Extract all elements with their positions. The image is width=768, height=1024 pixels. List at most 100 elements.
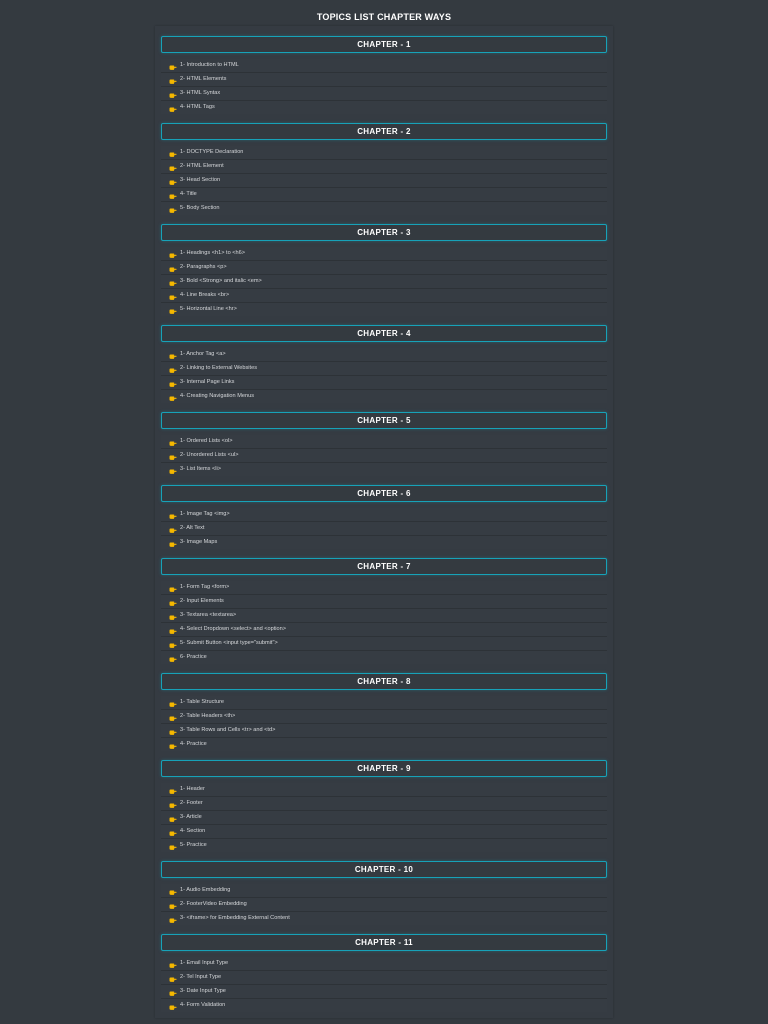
topic-item[interactable]: 3- Head Section <box>161 174 607 188</box>
pointing-hand-icon <box>169 829 177 836</box>
topic-item[interactable]: 5- Horizontal Line <hr> <box>161 303 607 316</box>
topic-item[interactable]: 3- Textarea <textarea> <box>161 609 607 623</box>
pointing-hand-icon <box>169 380 177 387</box>
pointing-hand-icon <box>169 512 177 519</box>
topic-item[interactable]: 1- Anchor Tag <a> <box>161 348 607 362</box>
topic-label: 4- Practice <box>180 741 207 747</box>
topic-item[interactable]: 2- HTML Element <box>161 160 607 174</box>
topic-label: 3- Textarea <textarea> <box>180 612 237 618</box>
topic-item[interactable]: 4- Line Breaks <br> <box>161 289 607 303</box>
topic-list: 1- Header 2- Footer 3- Article 4- Sectio… <box>161 783 607 852</box>
topic-list: 1- Ordered Lists <ol> 2- Unordered Lists… <box>161 435 607 476</box>
topic-item[interactable]: 2- Paragraphs <p> <box>161 261 607 275</box>
topic-item[interactable]: 5- Submit Button <input type="submit"> <box>161 637 607 651</box>
chapter-card: CHAPTER - 5 1- Ordered Lists <ol> 2- Uno… <box>155 412 613 476</box>
topic-item[interactable]: 4- Creating Navigation Menus <box>161 390 607 403</box>
topic-item[interactable]: 3- Article <box>161 811 607 825</box>
topic-item[interactable]: 1- Audio Embedding <box>161 884 607 898</box>
chapter-header[interactable]: CHAPTER - 10 <box>161 861 607 878</box>
pointing-hand-icon <box>169 178 177 185</box>
topic-item[interactable]: 4- Title <box>161 188 607 202</box>
topic-label: 3- Date Input Type <box>180 988 226 994</box>
topic-item[interactable]: 3- Date Input Type <box>161 985 607 999</box>
topic-item[interactable]: 3- Table Rows and Cells <tr> and <td> <box>161 724 607 738</box>
chapter-header[interactable]: CHAPTER - 3 <box>161 224 607 241</box>
topic-item[interactable]: 2- Linking to External Websites <box>161 362 607 376</box>
pointing-hand-icon <box>169 352 177 359</box>
pointing-hand-icon <box>169 961 177 968</box>
chapter-header[interactable]: CHAPTER - 2 <box>161 123 607 140</box>
topic-label: 1- Ordered Lists <ol> <box>180 438 233 444</box>
topic-list: 1- Table Structure 2- Table Headers <th>… <box>161 696 607 751</box>
topic-item[interactable]: 1- Form Tag <form> <box>161 581 607 595</box>
pointing-hand-icon <box>169 989 177 996</box>
topic-item[interactable]: 2- HTML Elements <box>161 73 607 87</box>
topic-item[interactable]: 6- Practice <box>161 651 607 664</box>
pointing-hand-icon <box>169 627 177 634</box>
topic-label: 5- Practice <box>180 842 207 848</box>
chapter-card: CHAPTER - 2 1- DOCTYPE Declaration 2- HT… <box>155 123 613 215</box>
pointing-hand-icon <box>169 265 177 272</box>
topic-item[interactable]: 3- Image Maps <box>161 536 607 549</box>
topic-item[interactable]: 4- HTML Tags <box>161 101 607 114</box>
chapter-card: CHAPTER - 10 1- Audio Embedding 2- Foote… <box>155 861 613 925</box>
pointing-hand-icon <box>169 206 177 213</box>
chapter-header[interactable]: CHAPTER - 6 <box>161 485 607 502</box>
pointing-hand-icon <box>169 700 177 707</box>
pointing-hand-icon <box>169 366 177 373</box>
chapter-header[interactable]: CHAPTER - 11 <box>161 934 607 951</box>
pointing-hand-icon <box>169 164 177 171</box>
topic-item[interactable]: 1- Email Input Type <box>161 957 607 971</box>
chapter-header[interactable]: CHAPTER - 9 <box>161 760 607 777</box>
topic-item[interactable]: 3- Bold <Strong> and italic <em> <box>161 275 607 289</box>
topic-item[interactable]: 2- FooterVideo Embedding <box>161 898 607 912</box>
topic-label: 2- Footer <box>180 800 203 806</box>
chapter-header[interactable]: CHAPTER - 7 <box>161 558 607 575</box>
chapter-header[interactable]: CHAPTER - 5 <box>161 412 607 429</box>
topic-label: 2- Alt Text <box>180 525 205 531</box>
topic-item[interactable]: 2- Table Headers <th> <box>161 710 607 724</box>
topic-label: 2- Tel Input Type <box>180 974 222 980</box>
topic-item[interactable]: 5- Body Section <box>161 202 607 215</box>
chapter-header[interactable]: CHAPTER - 1 <box>161 36 607 53</box>
topic-item[interactable]: 2- Unordered Lists <ul> <box>161 449 607 463</box>
topic-item[interactable]: 2- Input Elements <box>161 595 607 609</box>
topic-item[interactable]: 1- Header <box>161 783 607 797</box>
topic-list: 1- Image Tag <img> 2- Alt Text 3- Image … <box>161 508 607 549</box>
topic-item[interactable]: 1- DOCTYPE Declaration <box>161 146 607 160</box>
chapter-header[interactable]: CHAPTER - 4 <box>161 325 607 342</box>
topic-label: 3- Bold <Strong> and italic <em> <box>180 278 262 284</box>
topic-item[interactable]: 2- Tel Input Type <box>161 971 607 985</box>
topic-item[interactable]: 4- Select Dropdown <select> and <option> <box>161 623 607 637</box>
topic-item[interactable]: 3- <iframe> for Embedding External Conte… <box>161 912 607 925</box>
topic-list: 1- Email Input Type 2- Tel Input Type 3-… <box>161 957 607 1012</box>
topic-item[interactable]: 4- Practice <box>161 738 607 751</box>
pointing-hand-icon <box>169 192 177 199</box>
topic-label: 2- Input Elements <box>180 598 224 604</box>
page-title: TOPICS LIST CHAPTER WAYS <box>316 12 452 22</box>
topic-label: 4- Form Validation <box>180 1002 226 1008</box>
topic-item[interactable]: 3- HTML Syntax <box>161 87 607 101</box>
topic-item[interactable]: 1- Ordered Lists <ol> <box>161 435 607 449</box>
pointing-hand-icon <box>169 902 177 909</box>
topic-label: 2- Paragraphs <p> <box>180 264 227 270</box>
topic-item[interactable]: 2- Footer <box>161 797 607 811</box>
pointing-hand-icon <box>169 77 177 84</box>
topic-item[interactable]: 1- Table Structure <box>161 696 607 710</box>
chapter-header[interactable]: CHAPTER - 8 <box>161 673 607 690</box>
topic-item[interactable]: 3- List Items <li> <box>161 463 607 476</box>
topic-item[interactable]: 1- Headings <h1> to <h6> <box>161 247 607 261</box>
topic-item[interactable]: 4- Section <box>161 825 607 839</box>
topic-item[interactable]: 1- Introduction to HTML <box>161 59 607 73</box>
topic-item[interactable]: 4- Form Validation <box>161 999 607 1012</box>
topic-item[interactable]: 2- Alt Text <box>161 522 607 536</box>
topic-label: 1- Table Structure <box>180 699 225 705</box>
topic-label: 6- Practice <box>180 654 207 660</box>
topic-item[interactable]: 3- Internal Page Links <box>161 376 607 390</box>
topic-item[interactable]: 1- Image Tag <img> <box>161 508 607 522</box>
topic-label: 1- Form Tag <form> <box>180 584 230 590</box>
pointing-hand-icon <box>169 526 177 533</box>
topic-item[interactable]: 5- Practice <box>161 839 607 852</box>
pointing-hand-icon <box>169 394 177 401</box>
topic-label: 2- HTML Element <box>180 163 224 169</box>
